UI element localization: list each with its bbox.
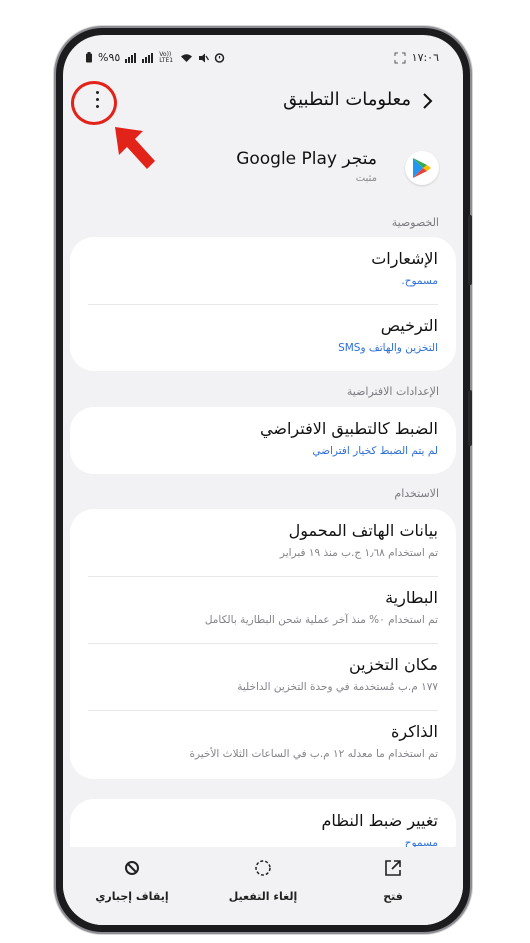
battery-icon bbox=[86, 52, 92, 63]
signal-icon bbox=[125, 52, 137, 63]
alarm-icon bbox=[215, 53, 225, 63]
open-label: فتح bbox=[383, 890, 403, 903]
list-item-mobile-data[interactable]: بيانات الهاتف المحمول تم استخدام ١٫٦٨ ج.… bbox=[70, 509, 456, 576]
privacy-card: الإشعارات مسموح. الترخيص التخزين والهاتف… bbox=[70, 237, 456, 371]
bottom-action-bar: إيقاف إجباري إلغاء التفعيل فتح bbox=[63, 847, 463, 925]
battery-percent: %٩٥ bbox=[98, 51, 121, 64]
row-title: تغيير ضبط النظام bbox=[321, 811, 438, 830]
list-item-permissions[interactable]: الترخيص التخزين والهاتف وSMS bbox=[70, 304, 456, 371]
list-item-memory[interactable]: الذاكرة تم استخدام ما معدله ١٢ م.ب في ال… bbox=[70, 710, 456, 777]
row-subtitle: تم استخدام ٠% منذ آخر عملية شحن البطارية… bbox=[204, 614, 438, 626]
force-stop-label: إيقاف إجباري bbox=[95, 890, 169, 903]
section-header-usage: الاستخدام bbox=[394, 487, 439, 500]
disable-icon bbox=[255, 860, 271, 876]
list-item-storage[interactable]: مكان التخزين ١٧٧ م.ب مُستخدمة في وحدة ال… bbox=[70, 643, 456, 710]
row-title: بيانات الهاتف المحمول bbox=[288, 521, 438, 540]
row-subtitle: ١٧٧ م.ب مُستخدمة في وحدة التخزين الداخلي… bbox=[237, 681, 438, 693]
signal-icon-2 bbox=[142, 52, 154, 63]
defaults-card: الضبط كالتطبيق الافتراضي لم يتم الضبط كخ… bbox=[70, 407, 456, 474]
list-item-set-as-default[interactable]: الضبط كالتطبيق الافتراضي لم يتم الضبط كخ… bbox=[70, 407, 456, 474]
list-item-notifications[interactable]: الإشعارات مسموح. bbox=[70, 237, 456, 304]
section-header-privacy: الخصوصية bbox=[391, 216, 439, 229]
row-title: الترخيص bbox=[380, 316, 438, 335]
network-label: Vo)) LTE1 bbox=[159, 50, 174, 64]
row-title: الضبط كالتطبيق الافتراضي bbox=[260, 419, 438, 438]
wifi-icon bbox=[181, 53, 193, 62]
volume-button bbox=[468, 215, 472, 285]
disable-label: إلغاء التفعيل bbox=[228, 890, 298, 903]
usage-card: بيانات الهاتف المحمول تم استخدام ١٫٦٨ ج.… bbox=[70, 509, 456, 779]
row-title: البطارية bbox=[385, 588, 438, 607]
row-subtitle: تم استخدام ١٫٦٨ ج.ب منذ ١٩ فبراير bbox=[279, 547, 438, 559]
app-header: متجر Google Play مثبت bbox=[63, 145, 463, 191]
open-button[interactable]: فتح bbox=[348, 857, 438, 904]
row-subtitle: لم يتم الضبط كخيار افتراضي bbox=[312, 445, 438, 457]
screen: %٩٥ Vo)) LTE1 ١٧:٠٦ معلومات التطبيق متجر… bbox=[63, 35, 463, 925]
row-subtitle: مسموح. bbox=[401, 275, 438, 287]
row-title: الذاكرة bbox=[391, 722, 438, 741]
app-bar: معلومات التطبيق bbox=[63, 83, 463, 123]
highlight-circle bbox=[71, 81, 117, 125]
back-icon[interactable] bbox=[413, 87, 441, 115]
section-header-defaults: الإعدادات الافتراضية bbox=[346, 385, 439, 398]
list-item-battery[interactable]: البطارية تم استخدام ٠% منذ آخر عملية شحن… bbox=[70, 576, 456, 643]
status-time: ١٧:٠٦ bbox=[411, 51, 439, 64]
row-subtitle: تم استخدام ما معدله ١٢ م.ب في الساعات ال… bbox=[189, 748, 438, 760]
page-title: معلومات التطبيق bbox=[283, 89, 411, 110]
power-button bbox=[468, 390, 472, 446]
stop-icon bbox=[125, 861, 139, 875]
google-play-icon bbox=[405, 151, 439, 185]
status-bar: %٩٥ Vo)) LTE1 ١٧:٠٦ bbox=[63, 35, 463, 79]
row-subtitle: التخزين والهاتف وSMS bbox=[338, 342, 438, 354]
disable-button[interactable]: إلغاء التفعيل bbox=[218, 857, 308, 904]
mute-icon bbox=[199, 53, 210, 62]
row-title: مكان التخزين bbox=[348, 655, 438, 674]
row-title: الإشعارات bbox=[371, 249, 438, 268]
open-external-icon bbox=[385, 860, 401, 876]
force-stop-button[interactable]: إيقاف إجباري bbox=[87, 857, 177, 904]
screen-record-icon bbox=[394, 52, 406, 63]
app-name: متجر Google Play bbox=[236, 149, 377, 169]
app-install-status: مثبت bbox=[355, 173, 377, 184]
